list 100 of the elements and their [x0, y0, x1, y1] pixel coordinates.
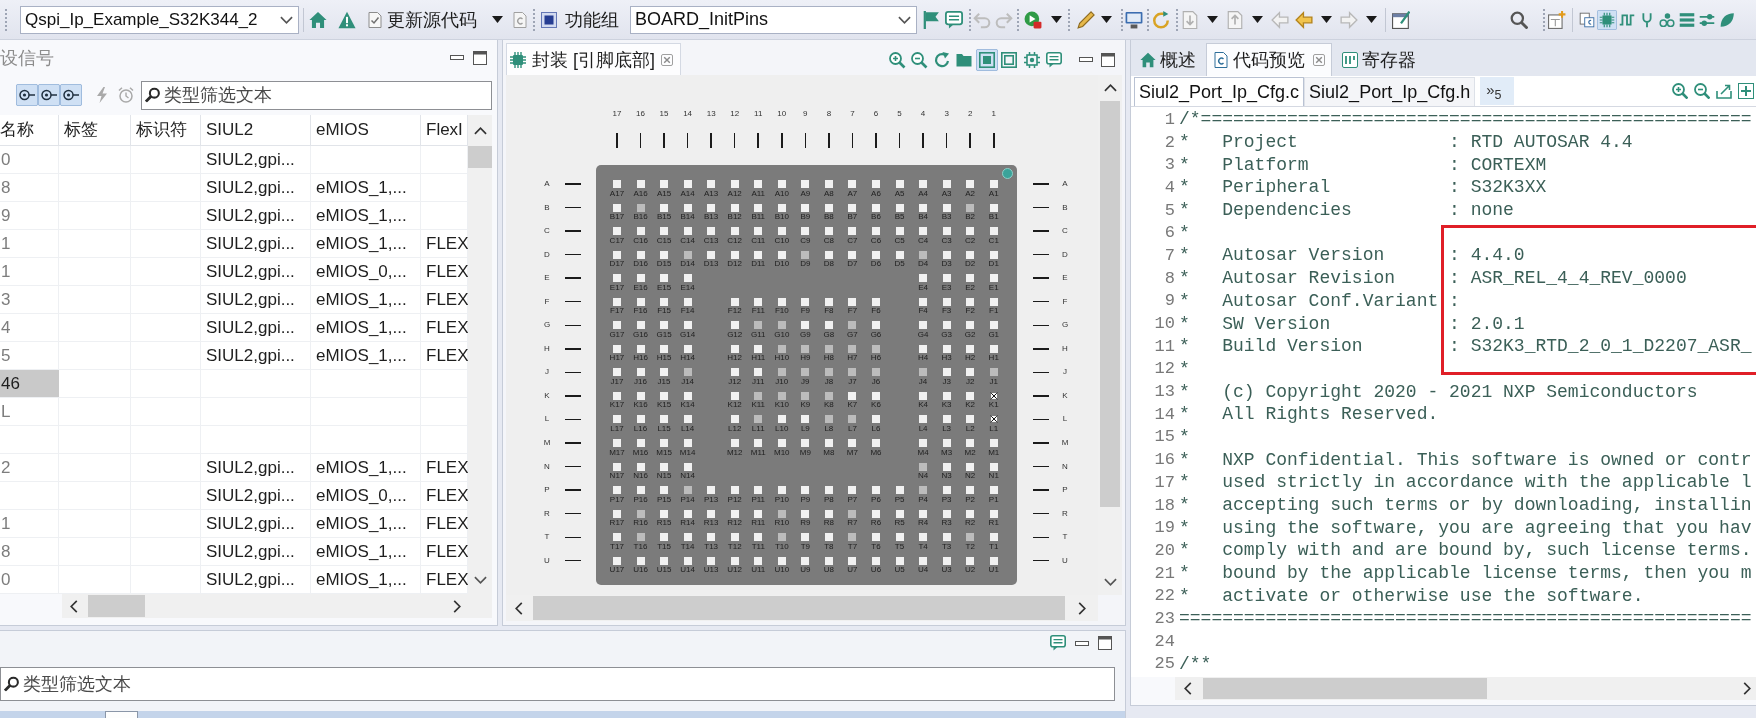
- pin-pad[interactable]: [895, 533, 904, 542]
- pin-pad[interactable]: [824, 368, 833, 377]
- pin-pad[interactable]: [777, 439, 786, 447]
- comment-icon[interactable]: [1050, 635, 1066, 651]
- chevron-down-icon[interactable]: [280, 15, 293, 24]
- pin-pad[interactable]: [660, 227, 669, 236]
- window-icon[interactable]: [1392, 10, 1410, 29]
- search-icon[interactable]: [1510, 10, 1528, 29]
- pin-pad[interactable]: [683, 274, 692, 283]
- document-icon[interactable]: [512, 11, 528, 28]
- pin-pad[interactable]: [848, 180, 857, 188]
- pin-pad[interactable]: [683, 203, 692, 212]
- pin-pad[interactable]: [919, 439, 928, 447]
- pin-pad[interactable]: [942, 274, 951, 283]
- pin-pad[interactable]: [942, 439, 951, 447]
- pin-pad[interactable]: [942, 556, 951, 565]
- chevron-up-icon[interactable]: [473, 126, 487, 135]
- chevron-down-icon[interactable]: [1103, 578, 1117, 586]
- column-header[interactable]: [105, 711, 138, 718]
- pin-pad[interactable]: [801, 415, 810, 424]
- pin-pad[interactable]: [848, 486, 857, 495]
- pin-pad[interactable]: [683, 297, 692, 306]
- pin-pad[interactable]: [612, 321, 621, 330]
- horizontal-scrollbar[interactable]: [506, 595, 1098, 621]
- pin-pad[interactable]: [919, 391, 928, 400]
- bars-icon[interactable]: [1342, 52, 1358, 68]
- pin-pad[interactable]: [871, 344, 880, 353]
- pin-pad[interactable]: [824, 250, 833, 259]
- pin-pad[interactable]: [801, 391, 810, 400]
- pin-pad[interactable]: [871, 391, 880, 400]
- panel-tab[interactable]: 代码预览: [1206, 43, 1332, 76]
- pin-pad[interactable]: [683, 462, 692, 471]
- pin-pad[interactable]: [919, 250, 928, 259]
- pin-pad[interactable]: [942, 297, 951, 306]
- new-window-icon[interactable]: [1548, 10, 1566, 29]
- search-field[interactable]: 类型筛选文本: [0, 667, 1115, 701]
- pen-icon[interactable]: [1077, 10, 1095, 29]
- pin-pad[interactable]: [966, 203, 975, 212]
- pin-pad[interactable]: [989, 486, 998, 495]
- chevron-down-icon[interactable]: [898, 15, 911, 24]
- pin-pad[interactable]: [660, 533, 669, 542]
- pin-pad[interactable]: [871, 486, 880, 495]
- pin-pad[interactable]: [612, 203, 621, 212]
- pin-pad[interactable]: [895, 180, 904, 188]
- pin-pad[interactable]: [801, 297, 810, 306]
- pin-pad[interactable]: [966, 533, 975, 542]
- maximize-icon[interactable]: [1101, 52, 1115, 67]
- pin-pad[interactable]: [707, 509, 716, 518]
- pin-pad[interactable]: [777, 368, 786, 377]
- pin-pad[interactable]: [801, 250, 810, 259]
- pin-pad[interactable]: [777, 203, 786, 212]
- pin-pad[interactable]: [777, 391, 786, 400]
- file-tab[interactable]: Siul2_Port_Ip_Cfg.h: [1304, 77, 1476, 106]
- pin-pad[interactable]: [660, 203, 669, 212]
- pin-pad[interactable]: [966, 344, 975, 353]
- table-row[interactable]: 1 SIUL2,gpi... eMIOS_0,... FLEX: [0, 258, 468, 286]
- pin-pad[interactable]: [824, 391, 833, 400]
- caret-icon[interactable]: [1252, 16, 1263, 23]
- pin-pad[interactable]: [824, 509, 833, 518]
- chevron-right-icon[interactable]: [453, 599, 462, 613]
- pin-pad[interactable]: [754, 486, 763, 495]
- pin-pad[interactable]: [636, 486, 645, 495]
- pin-pad[interactable]: [730, 533, 739, 542]
- pin-pad[interactable]: [848, 391, 857, 400]
- pin-pad[interactable]: [919, 297, 928, 306]
- pin-pad[interactable]: [777, 180, 786, 188]
- pin-pad[interactable]: [754, 203, 763, 212]
- pin-pad[interactable]: [636, 321, 645, 330]
- zoom-out-icon[interactable]: [1694, 83, 1710, 99]
- pin-pad[interactable]: [801, 509, 810, 518]
- pin-pad[interactable]: [871, 533, 880, 542]
- pin-pad[interactable]: [824, 180, 833, 188]
- pin-pad[interactable]: [777, 556, 786, 565]
- pin-pad[interactable]: [660, 415, 669, 424]
- pin-pad[interactable]: [683, 344, 692, 353]
- pin-pad[interactable]: [612, 180, 621, 188]
- pin-pad[interactable]: [966, 486, 975, 495]
- pin-pad[interactable]: [871, 321, 880, 330]
- pin-pad[interactable]: [966, 462, 975, 471]
- pin-pad[interactable]: [989, 556, 998, 565]
- pin-pad[interactable]: [754, 533, 763, 542]
- pin-pad[interactable]: [895, 203, 904, 212]
- pin-pad[interactable]: [636, 556, 645, 565]
- table-row[interactable]: 0 SIUL2,gpi... eMIOS_1,... FLEX: [0, 566, 468, 594]
- pin-pad[interactable]: [966, 250, 975, 259]
- pin-pad[interactable]: [801, 439, 810, 447]
- pin-pad[interactable]: [966, 180, 975, 188]
- pin-pad[interactable]: [730, 368, 739, 377]
- arrow-left-icon[interactable]: [1295, 10, 1313, 29]
- table-row[interactable]: 46: [0, 370, 468, 398]
- pin-pad[interactable]: [612, 368, 621, 377]
- pin-pad[interactable]: [871, 297, 880, 306]
- pin-pad[interactable]: [966, 321, 975, 330]
- pin-pad[interactable]: [989, 180, 998, 188]
- table-row[interactable]: 8 SIUL2,gpi... eMIOS_1,... FLEX: [0, 538, 468, 566]
- pin-pad[interactable]: [966, 439, 975, 447]
- pin-pad[interactable]: [683, 509, 692, 518]
- pin-pad[interactable]: [612, 486, 621, 495]
- pin-pad[interactable]: [919, 556, 928, 565]
- pin-pad[interactable]: [683, 556, 692, 565]
